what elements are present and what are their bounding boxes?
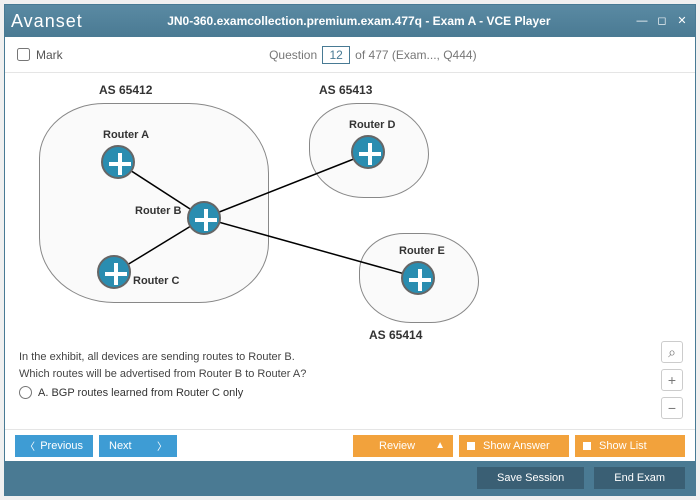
nav-bar: 〈 Previous Next 〉 Review ▲ Show Answer S… [5, 429, 695, 461]
minimize-icon[interactable]: — [635, 14, 649, 28]
bottom-bar: Save Session End Exam [5, 461, 695, 495]
chevron-left-icon: 〈 [25, 438, 35, 453]
question-number[interactable]: 12 [322, 46, 349, 64]
router-c-icon [97, 255, 131, 289]
question-counter: Question 12 of 477 (Exam..., Q444) [63, 48, 683, 62]
router-a-label: Router A [103, 129, 149, 141]
maximize-icon[interactable]: ◻ [655, 14, 669, 28]
router-a-icon [101, 145, 135, 179]
zoom-in-button[interactable]: + [661, 369, 683, 391]
close-icon[interactable]: ✕ [675, 14, 689, 28]
save-session-button[interactable]: Save Session [477, 467, 584, 489]
show-answer-label: Show Answer [483, 440, 550, 452]
question-header: Mark Question 12 of 477 (Exam..., Q444) [5, 37, 695, 73]
mark-checkbox[interactable] [17, 48, 30, 61]
show-list-button[interactable]: Show List [575, 435, 685, 457]
question-text: In the exhibit, all devices are sending … [19, 351, 681, 380]
mark-label: Mark [36, 48, 63, 62]
show-answer-button[interactable]: Show Answer [459, 435, 569, 457]
end-exam-button[interactable]: End Exam [594, 467, 685, 489]
zoom-tools: ⌕ + − [661, 341, 683, 419]
review-button[interactable]: Review ▲ [353, 435, 453, 457]
window-controls: — ◻ ✕ [635, 14, 689, 28]
window-title: JN0-360.examcollection.premium.exam.477q… [83, 14, 635, 28]
previous-label: Previous [40, 440, 83, 452]
square-icon [467, 442, 475, 450]
magnify-icon[interactable]: ⌕ [661, 341, 683, 363]
app-window: Avanset JN0-360.examcollection.premium.e… [4, 4, 696, 496]
chevron-right-icon: 〉 [157, 438, 167, 453]
network-diagram: AS 65412 AS 65413 AS 65414 Router A Rout… [19, 83, 579, 343]
logo: Avanset [11, 11, 83, 32]
router-b-label: Router B [135, 205, 181, 217]
option-a-radio[interactable] [19, 386, 32, 399]
content-area: AS 65412 AS 65413 AS 65414 Router A Rout… [5, 73, 695, 429]
question-total: of 477 (Exam..., Q444) [355, 48, 476, 62]
router-d-label: Router D [349, 119, 395, 131]
show-list-label: Show List [599, 440, 647, 452]
router-e-icon [401, 261, 435, 295]
titlebar: Avanset JN0-360.examcollection.premium.e… [5, 5, 695, 37]
option-a-label: A. BGP routes learned from Router C only [38, 387, 243, 399]
router-d-icon [351, 135, 385, 169]
review-label: Review [379, 440, 415, 452]
option-a[interactable]: A. BGP routes learned from Router C only [19, 386, 681, 399]
zoom-out-button[interactable]: − [661, 397, 683, 419]
stem-line-1: In the exhibit, all devices are sending … [19, 351, 681, 363]
next-label: Next [109, 440, 132, 452]
router-b-icon [187, 201, 221, 235]
topology-lines [19, 83, 579, 343]
triangle-up-icon: ▲ [435, 440, 445, 451]
stem-line-2: Which routes will be advertised from Rou… [19, 368, 681, 380]
router-c-label: Router C [133, 275, 179, 287]
router-e-label: Router E [399, 245, 445, 257]
question-word: Question [269, 48, 317, 62]
previous-button[interactable]: 〈 Previous [15, 435, 93, 457]
square-icon [583, 442, 591, 450]
next-button[interactable]: Next 〉 [99, 435, 177, 457]
